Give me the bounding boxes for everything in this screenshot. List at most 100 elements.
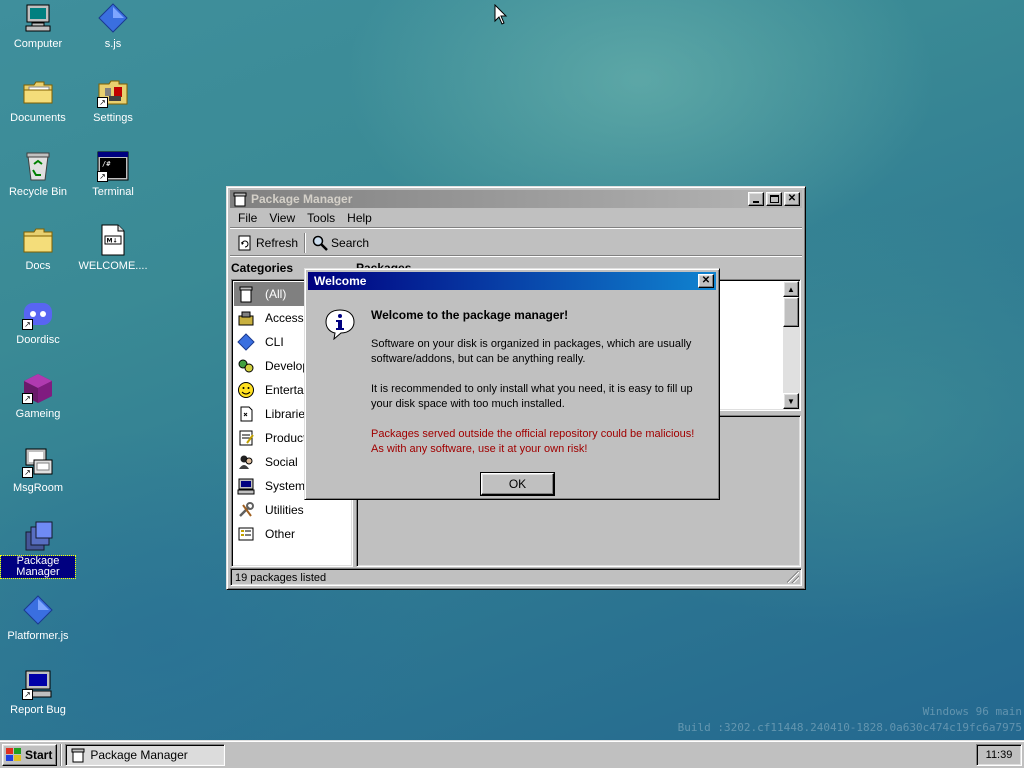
close-icon: ✕ [787,193,797,204]
folder-icon [22,76,54,108]
category-label: CLI [265,335,284,349]
report-bug-icon: ↗ [22,668,54,700]
desktop-icon-label: Report Bug [10,704,66,716]
computer-icon [22,2,54,34]
other-icon [238,527,254,541]
watermark-line: Windows 96 main [922,705,1022,718]
desktop-icon-documents[interactable]: Documents [1,76,75,142]
desktop-icon-label: Settings [93,112,133,124]
taskbar-item-label: Package Manager [90,747,188,762]
dialog-message: Welcome to the package manager! Software… [371,308,701,472]
maximize-icon [769,195,779,203]
cube-icon: ↗ [22,372,54,404]
terminal-icon: /# ↗ [97,150,129,182]
utilities-icon [239,502,254,517]
windows-logo-icon [6,747,21,761]
desktop-icon-doordisc[interactable]: ↗ Doordisc [1,298,75,364]
watermark-line: Build :3202.cf11448.240410-1828.0a630c47… [677,721,1022,734]
ok-button[interactable]: OK [480,472,555,496]
desktop-icon-label: WELCOME.... [78,260,148,272]
desktop-icon-docs[interactable]: Docs [1,224,75,290]
cli-icon [237,333,255,351]
svg-text:/#: /# [102,160,111,168]
recycle-bin-icon [22,150,54,182]
desktop-icon-label: Terminal [92,186,134,198]
dialog-titlebar[interactable]: Welcome ✕ [308,272,716,290]
scroll-down-button[interactable]: ▼ [783,393,799,409]
diamond-icon [97,2,129,34]
package-icon [233,192,247,207]
desktop-icon-package-manager[interactable]: Package Manager [0,520,76,586]
menu-view[interactable]: View [263,211,301,225]
taskbar: Start Package Manager 11:39 [0,740,1024,768]
desktop-icon-terminal[interactable]: /# ↗ Terminal [76,150,150,216]
refresh-button[interactable]: Refresh [233,232,302,254]
desktop-icon-recycle-bin[interactable]: Recycle Bin [1,150,75,216]
menu-file[interactable]: File [232,211,263,225]
resize-grip-icon[interactable] [787,571,799,583]
minimize-button[interactable] [748,192,764,206]
desktop-icon-report-bug[interactable]: ↗ Report Bug [1,668,75,734]
packages-scrollbar[interactable]: ▲ ▼ [783,281,799,409]
entertainment-icon [238,382,254,398]
accessories-icon [238,311,254,326]
desktop-icon-welcome[interactable]: M↓ WELCOME.... [76,224,150,290]
desktop-icon-s-js[interactable]: s.js [76,2,150,68]
status-bar: 19 packages listed [230,568,802,586]
categories-header: Categories [231,261,294,275]
desktop-icon-label: MsgRoom [12,482,64,494]
package-icon [71,748,85,762]
category-label: Other [265,527,296,541]
category-utilities[interactable]: Utilities [234,498,350,522]
welcome-dialog[interactable]: Welcome ✕ Welcome to the package manager… [304,268,720,500]
dialog-content: Welcome to the package manager! Software… [308,290,716,496]
arrow-down-icon: ▼ [787,396,795,406]
menu-tools[interactable]: Tools [301,211,341,225]
start-label: Start [25,747,53,762]
menu-bar: File View Tools Help [230,208,802,228]
taskbar-separator [60,743,63,766]
category-other[interactable]: Other [234,522,350,546]
folder-icon [22,224,54,256]
maximize-button[interactable] [766,192,782,206]
scroll-thumb[interactable] [783,297,799,327]
dialog-warning: Packages served outside the official rep… [371,428,695,455]
category-label: (All) [265,287,287,301]
libraries-icon [240,406,253,422]
desktop-icon-label: Package Manager [0,555,76,579]
desktop-icon-label: Gameing [15,408,61,420]
info-icon [325,309,355,340]
desktop-icon-settings[interactable]: ↗ Settings [76,76,150,142]
markdown-file-icon: M↓ [97,224,129,256]
close-button[interactable]: ✕ [784,192,800,206]
menu-help[interactable]: Help [341,211,378,225]
clock-time: 11:39 [985,748,1013,761]
desktop-icon-computer[interactable]: Computer [1,2,75,68]
dialog-close-button[interactable]: ✕ [698,274,714,288]
system-clock[interactable]: 11:39 [976,743,1022,766]
dialog-title: Welcome [314,274,367,288]
desktop-icon-label: Doordisc [16,334,60,346]
desktop-icon-platformer[interactable]: Platformer.js [1,594,75,660]
window-titlebar[interactable]: Package Manager ✕ [230,190,802,208]
productivity-icon [239,430,254,446]
minimize-icon [753,201,759,203]
desktop-icon-label: Docs [25,260,51,272]
taskbar-item-package-manager[interactable]: Package Manager [65,743,226,766]
arrow-up-icon: ▲ [787,284,795,294]
start-button[interactable]: Start [2,743,58,766]
search-button[interactable]: Search [308,232,373,254]
toolbar: Refresh Search [230,230,802,256]
system-icon [237,478,255,495]
search-icon [312,235,328,251]
search-label: Search [331,235,370,250]
dialog-heading: Welcome to the package manager! [371,308,569,322]
desktop-icon-msgroom[interactable]: ↗ MsgRoom [1,446,75,512]
refresh-label: Refresh [256,235,299,250]
window-title: Package Manager [251,192,353,206]
dialog-paragraph-packages: Software on your disk is organized in pa… [371,338,692,365]
category-label: Utilities [265,503,304,517]
scroll-up-button[interactable]: ▲ [783,281,799,297]
desktop-icon-gameing[interactable]: ↗ Gameing [1,372,75,438]
settings-icon: ↗ [97,76,129,108]
